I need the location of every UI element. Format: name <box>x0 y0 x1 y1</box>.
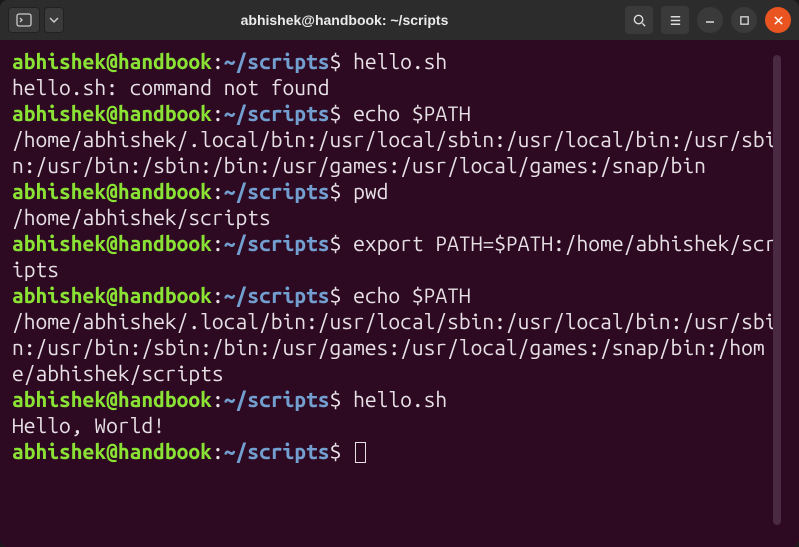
prompt-host: handbook <box>118 49 212 73</box>
terminal-icon <box>16 12 32 28</box>
prompt-line: abhishek@handbook:~/scripts$ pwd <box>12 178 787 204</box>
prompt-line: abhishek@handbook:~/scripts$ <box>12 438 787 464</box>
output-line: hello.sh: command not found <box>12 74 787 100</box>
prompt-colon: : <box>212 283 224 307</box>
prompt-path: ~/scripts <box>224 101 330 125</box>
prompt-dollar: $ <box>330 101 354 125</box>
close-button[interactable] <box>765 7 791 33</box>
prompt-colon: : <box>212 387 224 411</box>
output-line: /home/abhishek/.local/bin:/usr/local/sbi… <box>12 126 787 178</box>
output-line: /home/abhishek/.local/bin:/usr/local/sbi… <box>12 308 787 386</box>
prompt-colon: : <box>212 49 224 73</box>
prompt-at: @ <box>106 439 118 463</box>
minimize-icon <box>704 14 716 26</box>
prompt-at: @ <box>106 231 118 255</box>
titlebar-right <box>625 6 791 34</box>
output-line: Hello, World! <box>12 412 787 438</box>
prompt-dollar: $ <box>330 387 354 411</box>
prompt-host: handbook <box>118 231 212 255</box>
titlebar-left <box>8 7 64 33</box>
output-text: /home/abhishek/.local/bin:/usr/local/sbi… <box>12 127 776 177</box>
prompt-at: @ <box>106 283 118 307</box>
prompt-line: abhishek@handbook:~/scripts$ hello.sh <box>12 48 787 74</box>
prompt-user: abhishek <box>12 101 106 125</box>
cursor <box>355 442 366 463</box>
prompt-path: ~/scripts <box>224 439 330 463</box>
prompt-at: @ <box>106 49 118 73</box>
command-text: hello.sh <box>353 387 447 411</box>
command-text: hello.sh <box>353 49 447 73</box>
prompt-path: ~/scripts <box>224 49 330 73</box>
prompt-user: abhishek <box>12 231 106 255</box>
prompt-user: abhishek <box>12 283 106 307</box>
command-text: pwd <box>353 179 388 203</box>
prompt-colon: : <box>212 101 224 125</box>
new-tab-button[interactable] <box>8 7 40 33</box>
prompt-line: abhishek@handbook:~/scripts$ export PATH… <box>12 230 787 282</box>
scrollbar[interactable] <box>773 55 781 525</box>
prompt-colon: : <box>212 179 224 203</box>
search-button[interactable] <box>625 6 653 34</box>
prompt-host: handbook <box>118 439 212 463</box>
prompt-dollar: $ <box>330 179 354 203</box>
prompt-at: @ <box>106 387 118 411</box>
prompt-path: ~/scripts <box>224 283 330 307</box>
prompt-path: ~/scripts <box>224 387 330 411</box>
prompt-dollar: $ <box>330 439 354 463</box>
tab-dropdown-button[interactable] <box>44 7 64 33</box>
output-text: Hello, World! <box>12 413 165 437</box>
prompt-colon: : <box>212 231 224 255</box>
titlebar: abhishek@handbook: ~/scripts <box>0 0 799 40</box>
output-text: /home/abhishek/.local/bin:/usr/local/sbi… <box>12 309 776 385</box>
command-text: echo $PATH <box>353 101 471 125</box>
prompt-path: ~/scripts <box>224 179 330 203</box>
maximize-button[interactable] <box>731 7 757 33</box>
window-title: abhishek@handbook: ~/scripts <box>70 12 619 28</box>
prompt-host: handbook <box>118 101 212 125</box>
prompt-user: abhishek <box>12 387 106 411</box>
minimize-button[interactable] <box>697 7 723 33</box>
prompt-user: abhishek <box>12 179 106 203</box>
prompt-host: handbook <box>118 387 212 411</box>
chevron-down-icon <box>49 15 59 25</box>
prompt-line: abhishek@handbook:~/scripts$ hello.sh <box>12 386 787 412</box>
prompt-colon: : <box>212 439 224 463</box>
prompt-at: @ <box>106 101 118 125</box>
prompt-line: abhishek@handbook:~/scripts$ echo $PATH <box>12 100 787 126</box>
prompt-user: abhishek <box>12 49 106 73</box>
output-line: /home/abhishek/scripts <box>12 204 787 230</box>
output-text: hello.sh: command not found <box>12 75 330 99</box>
terminal-window: abhishek@handbook: ~/scripts abhishek@ha… <box>0 0 799 547</box>
prompt-dollar: $ <box>330 49 354 73</box>
prompt-dollar: $ <box>330 231 354 255</box>
prompt-host: handbook <box>118 283 212 307</box>
close-icon <box>773 15 784 26</box>
hamburger-icon <box>668 13 683 28</box>
menu-button[interactable] <box>661 6 689 34</box>
prompt-user: abhishek <box>12 439 106 463</box>
prompt-line: abhishek@handbook:~/scripts$ echo $PATH <box>12 282 787 308</box>
command-text: echo $PATH <box>353 283 471 307</box>
prompt-at: @ <box>106 179 118 203</box>
search-icon <box>632 13 647 28</box>
maximize-icon <box>739 15 750 26</box>
output-text: /home/abhishek/scripts <box>12 205 271 229</box>
prompt-host: handbook <box>118 179 212 203</box>
prompt-dollar: $ <box>330 283 354 307</box>
prompt-path: ~/scripts <box>224 231 330 255</box>
terminal-area[interactable]: abhishek@handbook:~/scripts$ hello.shhel… <box>0 40 799 547</box>
